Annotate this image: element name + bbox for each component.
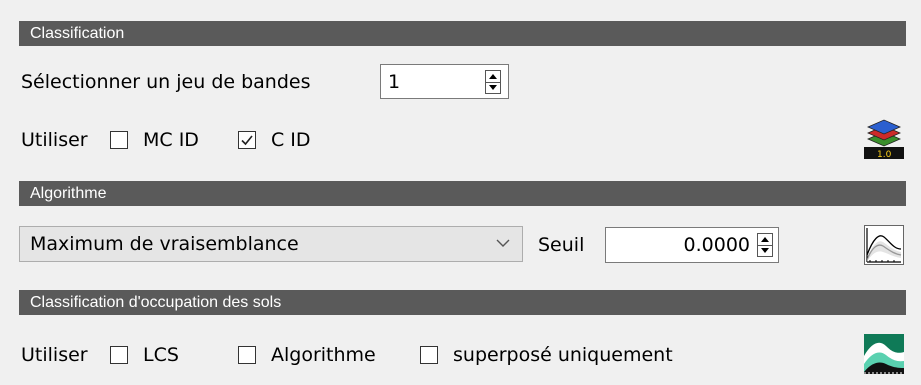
spectral-signature-plot-button[interactable] xyxy=(864,225,904,265)
band-set-value[interactable]: 1 xyxy=(388,65,400,98)
algorithm-checkbox-label: Algorithme xyxy=(271,344,376,366)
classification-preview-button[interactable]: 1.0 xyxy=(864,119,904,160)
land-cover-use-label: Utiliser xyxy=(21,344,88,366)
land-cover-header-label: Classification d'occupation des sols xyxy=(30,294,282,311)
c-id-checkbox[interactable] xyxy=(238,131,256,149)
threshold-value[interactable]: 0.0000 xyxy=(684,228,750,262)
classification-preview-icon: 1.0 xyxy=(864,119,904,160)
algorithm-checkbox[interactable] xyxy=(238,346,256,364)
land-cover-header: Classification d'occupation des sols xyxy=(19,290,906,315)
threshold-label: Seuil xyxy=(538,234,585,256)
threshold-spin-buttons[interactable] xyxy=(757,233,773,257)
lcs-label: LCS xyxy=(143,344,179,366)
band-set-decrement-button[interactable] xyxy=(486,82,500,93)
classification-preview-icon-text: 1.0 xyxy=(877,150,892,159)
arrow-down-icon xyxy=(489,85,497,90)
algorithm-select-value: Maximum de vraisemblance xyxy=(30,233,299,255)
band-set-label: Sélectionner un jeu de bandes xyxy=(21,71,311,93)
band-set-spinbox[interactable]: 1 xyxy=(380,64,509,99)
overlap-only-checkbox[interactable] xyxy=(420,346,438,364)
mc-id-label: MC ID xyxy=(143,129,199,151)
arrow-up-icon xyxy=(761,237,769,242)
classification-header-label: Classification xyxy=(30,25,125,42)
lcs-checkbox[interactable] xyxy=(110,346,128,364)
overlap-only-label: superposé uniquement xyxy=(453,344,673,366)
c-id-label: C ID xyxy=(271,129,311,151)
classification-use-label: Utiliser xyxy=(21,129,88,151)
mc-id-checkbox[interactable] xyxy=(110,131,128,149)
land-cover-signature-icon xyxy=(864,334,904,374)
spectral-signature-plot-icon xyxy=(864,225,904,265)
chevron-down-icon xyxy=(496,239,510,247)
algorithm-header-label: Algorithme xyxy=(30,185,107,202)
threshold-decrement-button[interactable] xyxy=(758,245,772,256)
land-cover-signature-button[interactable] xyxy=(864,334,904,374)
band-set-spin-buttons[interactable] xyxy=(485,70,501,94)
threshold-spinbox[interactable]: 0.0000 xyxy=(605,227,779,263)
arrow-up-icon xyxy=(489,74,497,79)
algorithm-header: Algorithme xyxy=(19,181,906,206)
arrow-down-icon xyxy=(761,248,769,253)
algorithm-select[interactable]: Maximum de vraisemblance xyxy=(19,226,523,262)
checkmark-icon xyxy=(241,135,253,146)
classification-header: Classification xyxy=(19,21,906,46)
